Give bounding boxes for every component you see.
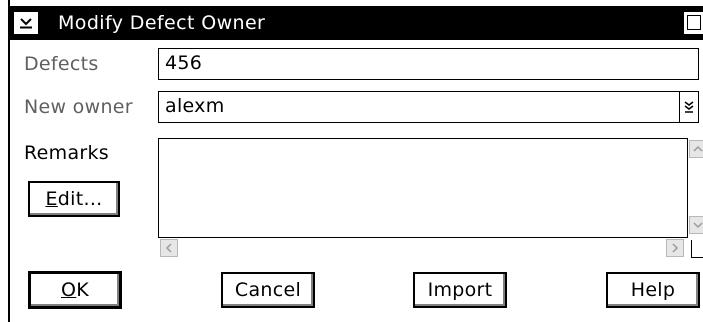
chevron-right-icon [672, 243, 679, 253]
system-menu-button[interactable] [13, 11, 39, 35]
ok-label-rest: K [76, 279, 90, 301]
remarks-horizontal-scrollbar[interactable] [158, 238, 688, 258]
edit-button[interactable]: Edit... [28, 181, 120, 217]
modify-defect-owner-dialog: Modify Defect Owner Defects 456 New owne… [8, 0, 703, 322]
chevron-down-icon [20, 18, 32, 29]
edit-mnemonic: E [45, 188, 58, 210]
maximize-button[interactable] [683, 11, 703, 35]
scrollbar-corner [691, 240, 703, 258]
new-owner-label: New owner [24, 96, 133, 118]
new-owner-dropdown-button[interactable] [679, 92, 698, 122]
ok-mnemonic: O [60, 279, 77, 301]
cancel-button[interactable]: Cancel [221, 272, 315, 308]
defects-field[interactable]: 456 [158, 48, 699, 80]
dropdown-arrow-icon [684, 101, 694, 113]
scroll-down-button[interactable] [689, 216, 703, 234]
scroll-left-button[interactable] [160, 239, 178, 257]
help-button[interactable]: Help [606, 272, 700, 308]
import-button[interactable]: Import [413, 272, 507, 308]
maximize-icon [687, 15, 701, 30]
defects-value: 456 [165, 52, 203, 74]
defects-label: Defects [24, 53, 99, 75]
new-owner-combobox[interactable]: alexm [158, 91, 699, 123]
edit-label-rest: dit... [57, 188, 103, 210]
chevron-up-icon [693, 145, 703, 152]
remarks-textarea[interactable] [158, 138, 688, 238]
scroll-up-button[interactable] [689, 140, 703, 158]
title-bar: Modify Defect Owner [10, 6, 703, 40]
chevron-left-icon [165, 243, 172, 253]
window-title: Modify Defect Owner [58, 12, 266, 34]
remarks-label: Remarks [24, 142, 110, 164]
new-owner-value: alexm [165, 95, 225, 117]
ok-button[interactable]: OK [28, 271, 122, 309]
chevron-down-icon [693, 222, 703, 229]
scroll-right-button[interactable] [666, 239, 684, 257]
remarks-vertical-scrollbar[interactable] [688, 138, 703, 238]
